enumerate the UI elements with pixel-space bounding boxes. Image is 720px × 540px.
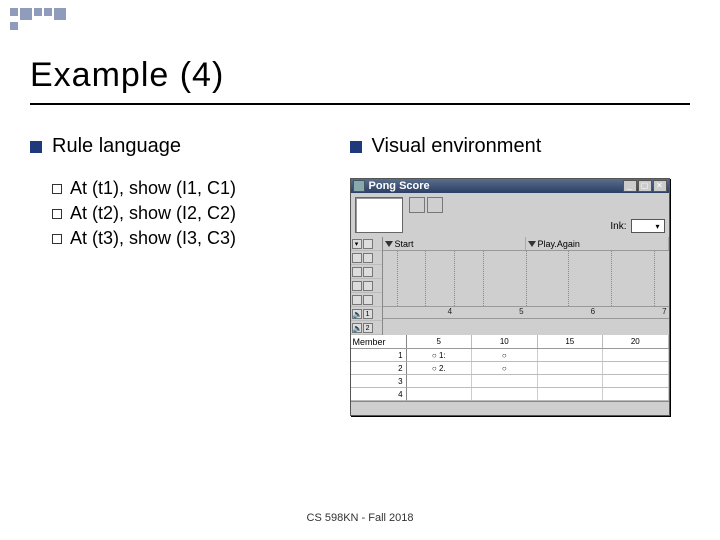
right-column: Visual environment Pong Score _ ▢ ✕ [350, 135, 690, 416]
rule-item: At (t3), show (I3, C3) [52, 228, 340, 249]
window-title: Pong Score [369, 180, 619, 192]
grid-cell[interactable] [603, 362, 669, 374]
slide-deco [10, 8, 70, 28]
gutter-number: 2 [363, 323, 373, 333]
slide-footer: CS 598KN - Fall 2018 [0, 512, 720, 524]
gutter-number: 1 [363, 309, 373, 319]
gutter-button[interactable] [363, 253, 373, 263]
track-start[interactable]: Start [383, 237, 526, 250]
member-tick: 20 [603, 335, 669, 348]
left-gutter: ▾ 1 2 [351, 237, 383, 335]
member-tick: 15 [538, 335, 604, 348]
gutter-button[interactable]: ▾ [352, 239, 362, 249]
rule-text: At (t3), show (I3, C3) [70, 228, 236, 249]
grid-cell[interactable] [603, 349, 669, 361]
axis-label: 7 [597, 307, 669, 318]
bullet-open-icon [52, 234, 62, 244]
tool-button[interactable] [427, 197, 443, 213]
axis-label: 6 [526, 307, 598, 318]
triangle-down-icon [385, 241, 393, 247]
axis-label: 5 [454, 307, 526, 318]
grid-cell[interactable]: ○ [472, 362, 538, 374]
gutter-button[interactable] [363, 267, 373, 277]
grid-cell[interactable] [538, 349, 604, 361]
ink-select[interactable]: ▾ [631, 219, 665, 233]
left-column: Rule language At (t1), show (I1, C1) At … [30, 135, 340, 416]
row-number: 1 [351, 349, 407, 362]
grid-cell[interactable] [407, 375, 473, 387]
row-number: 4 [351, 388, 407, 401]
row-numbers: 1 2 3 4 [351, 349, 407, 401]
timeline-body[interactable] [383, 251, 669, 307]
titlebar[interactable]: Pong Score _ ▢ ✕ [351, 179, 669, 193]
grid-cell[interactable] [472, 388, 538, 400]
triangle-down-icon [528, 241, 536, 247]
gutter-button[interactable] [363, 295, 373, 305]
maximize-button[interactable]: ▢ [638, 180, 652, 192]
speaker-icon[interactable] [352, 309, 362, 319]
axis-row: 4 5 6 7 [383, 307, 669, 319]
axis-label: 4 [383, 307, 455, 318]
title-rule [30, 103, 690, 105]
slide-title: Example (4) [30, 56, 690, 95]
row-number: 2 [351, 362, 407, 375]
bullet-open-icon [52, 184, 62, 194]
gutter-button[interactable] [352, 295, 362, 305]
gutter-button[interactable] [352, 267, 362, 277]
grid-cell[interactable] [538, 388, 604, 400]
app-icon [353, 180, 365, 192]
grid-cell[interactable] [603, 388, 669, 400]
member-label: Member [351, 335, 407, 348]
grid-cell[interactable]: ○ 2. [407, 362, 473, 374]
grid-cell[interactable]: ○ [472, 349, 538, 361]
bullet-square-icon [350, 141, 362, 153]
track-label: Play.Again [538, 239, 580, 249]
member-scale: 5 10 15 20 [407, 335, 669, 348]
tool-button[interactable] [409, 197, 425, 213]
grid-cell[interactable] [603, 375, 669, 387]
rule-text: At (t1), show (I1, C1) [70, 178, 236, 199]
grid-cell[interactable]: ○ 1: [407, 349, 473, 361]
grid-cell[interactable] [472, 375, 538, 387]
gutter-button[interactable] [363, 239, 373, 249]
gutter-button[interactable] [352, 253, 362, 263]
chevron-down-icon: ▾ [653, 222, 663, 231]
gutter-button[interactable] [363, 281, 373, 291]
rule-text: At (t2), show (I2, C2) [70, 203, 236, 224]
track-play-again[interactable]: Play.Again [526, 237, 669, 250]
minimize-button[interactable]: _ [623, 180, 637, 192]
rule-language-heading: Rule language [52, 135, 181, 158]
close-button[interactable]: ✕ [653, 180, 667, 192]
statusbar [351, 401, 669, 415]
grid-cell[interactable] [407, 388, 473, 400]
grid-cell[interactable] [538, 362, 604, 374]
rule-item: At (t1), show (I1, C1) [52, 178, 340, 199]
bullet-open-icon [52, 209, 62, 219]
member-tick: 5 [407, 335, 473, 348]
visual-env-heading: Visual environment [372, 135, 542, 158]
member-tick: 10 [472, 335, 538, 348]
pong-window: Pong Score _ ▢ ✕ I [350, 178, 670, 416]
timeline-canvas: Start Play.Again [383, 237, 669, 335]
speaker-icon[interactable] [352, 323, 362, 333]
bullet-square-icon [30, 141, 42, 153]
track-label: Start [395, 239, 414, 249]
color-swatch[interactable] [355, 197, 403, 233]
gutter-button[interactable] [352, 281, 362, 291]
grid-cell[interactable] [538, 375, 604, 387]
row-number: 3 [351, 375, 407, 388]
toolbar: Ink: ▾ [351, 193, 669, 237]
rule-item: At (t2), show (I2, C2) [52, 203, 340, 224]
ink-label: Ink: [610, 221, 626, 232]
score-grid[interactable]: ○ 1: ○ ○ 2. ○ [407, 349, 669, 401]
